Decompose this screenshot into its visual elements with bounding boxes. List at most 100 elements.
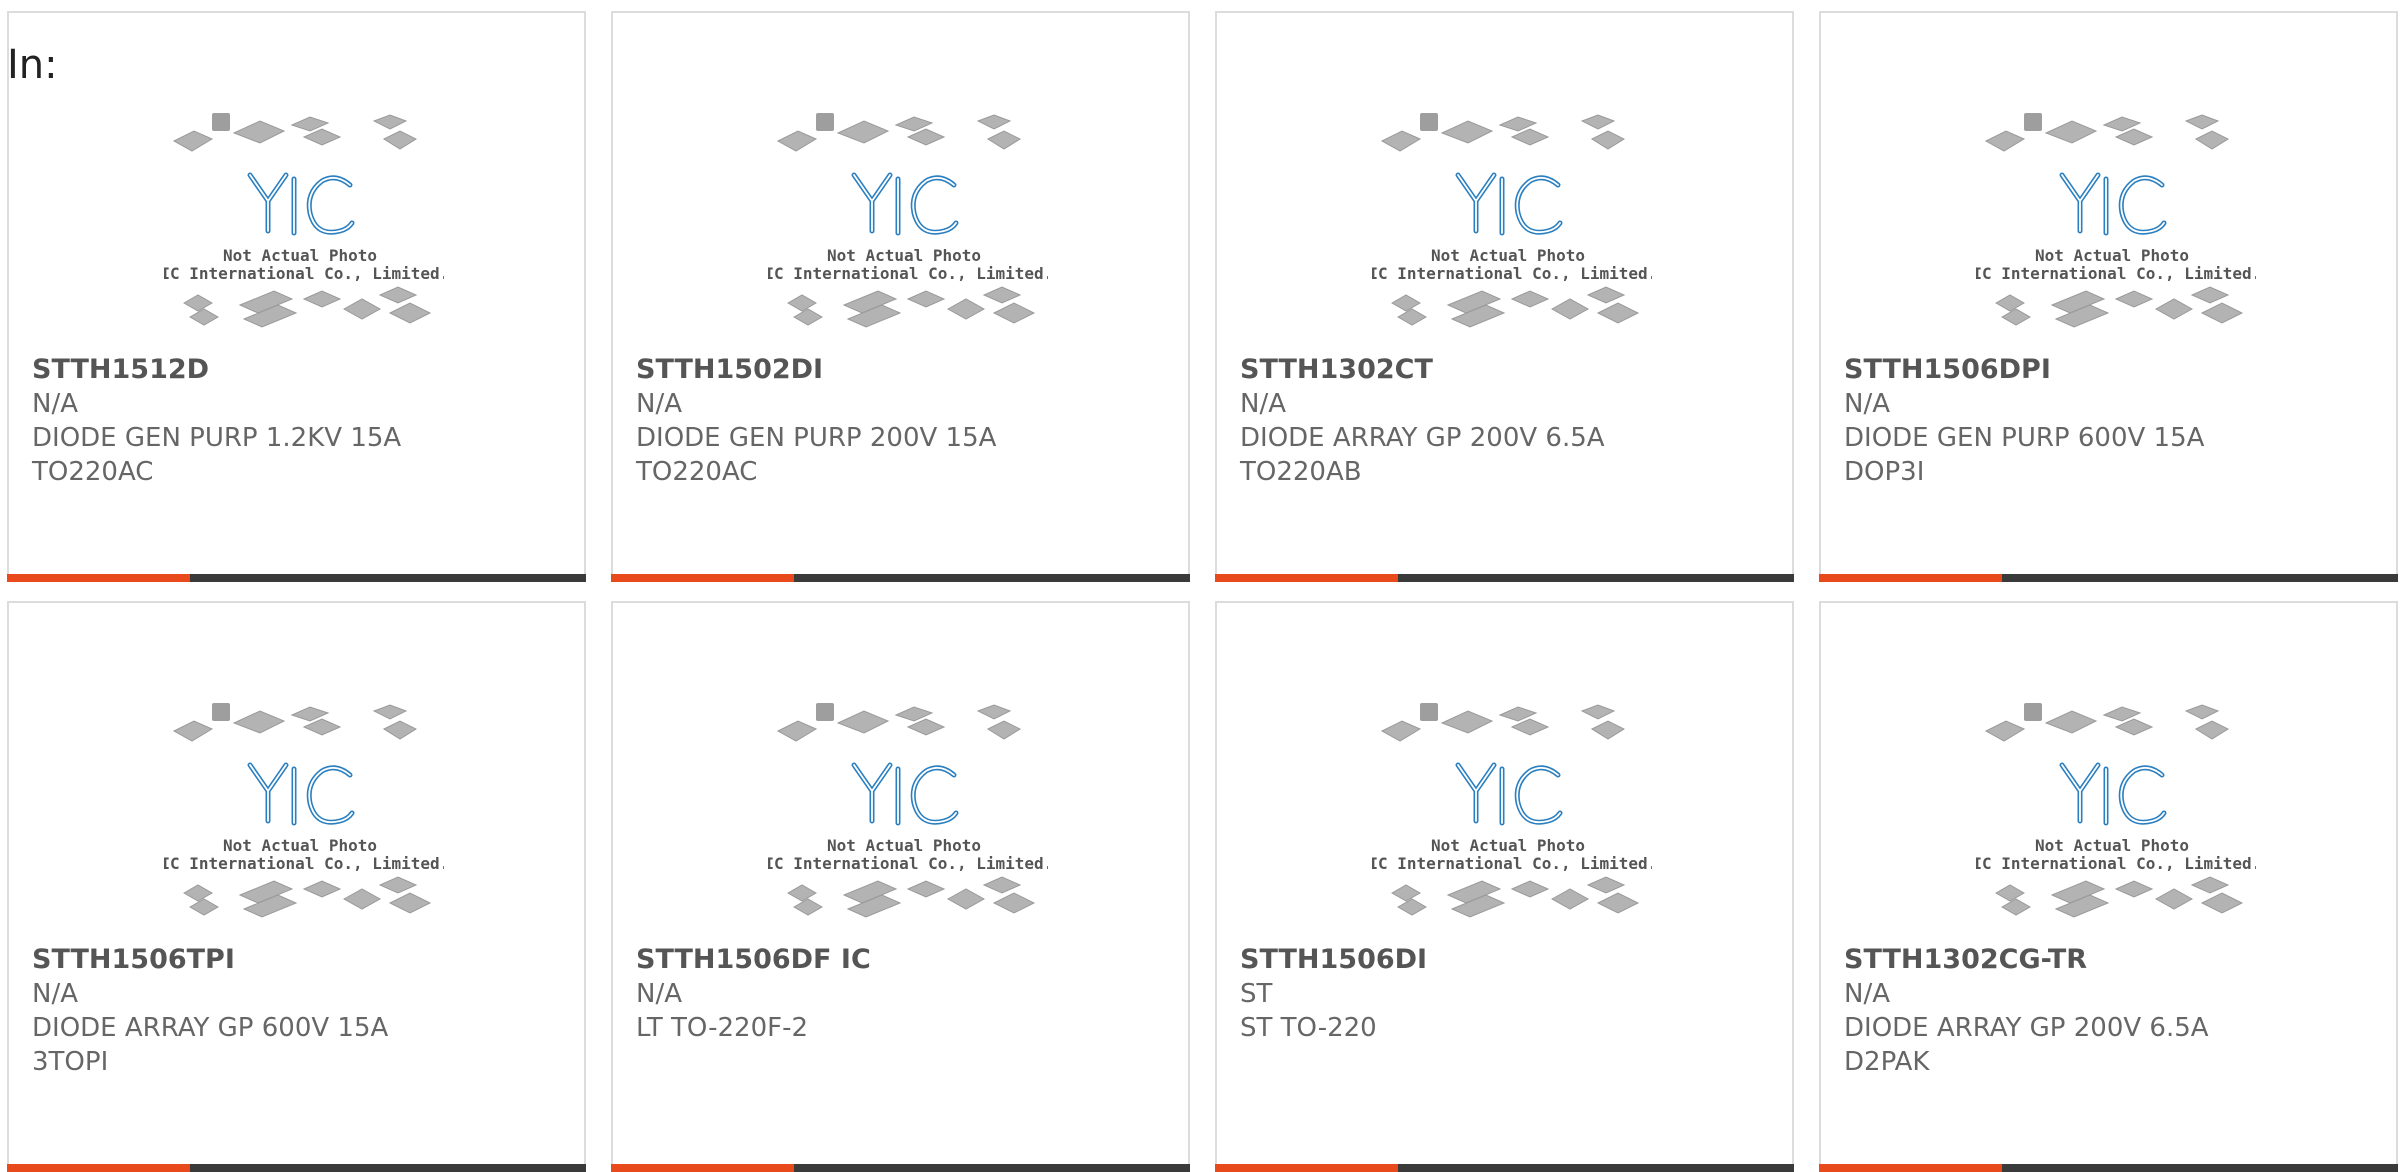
- card-accent: [1819, 574, 2002, 582]
- product-manufacturer: ST: [1240, 979, 1273, 1009]
- product-photo: Not Actual Photo YIC International Co., L…: [1963, 693, 2261, 943]
- photo-caption-1: Not Actual Photo: [2035, 836, 2189, 855]
- product-manufacturer: N/A: [1844, 979, 1890, 1009]
- yic-logo-icon: [851, 172, 959, 236]
- product-package: D2PAK: [1844, 1047, 1930, 1077]
- product-photo: Not Actual Photo YIC International Co., L…: [1359, 693, 1657, 943]
- product-part-number[interactable]: STTH1302CG-TR: [1844, 943, 2386, 977]
- product-description: LT TO-220F-2: [636, 1013, 809, 1043]
- product-card[interactable]: Not Actual Photo YIC International Co., L…: [611, 11, 1190, 582]
- photo-caption-2: YIC International Co., Limited.: [164, 264, 444, 283]
- product-part-number[interactable]: STTH1502DI: [636, 353, 1178, 387]
- product-grid: Not Actual Photo YIC International Co., L…: [0, 0, 2400, 1172]
- product-card[interactable]: Not Actual Photo YIC International Co., L…: [1819, 11, 2398, 582]
- photo-caption-1: Not Actual Photo: [223, 836, 377, 855]
- product-package: 3TOPI: [32, 1047, 109, 1077]
- not-actual-photo-image: Not Actual PhotoYIC International Co., L…: [1963, 113, 2261, 328]
- yic-logo-icon: [851, 762, 959, 826]
- not-actual-photo-image: Not Actual PhotoYIC International Co., L…: [151, 703, 449, 918]
- product-part-number[interactable]: STTH1302CT: [1240, 353, 1782, 387]
- product-package: TO220AC: [32, 457, 154, 487]
- photo-caption-1: Not Actual Photo: [1431, 836, 1585, 855]
- not-actual-photo-image: Not Actual PhotoYIC International Co., L…: [1359, 703, 1657, 918]
- chip-packages-bottom: [182, 286, 432, 328]
- photo-caption-1: Not Actual Photo: [827, 836, 981, 855]
- not-actual-photo-image: Not Actual PhotoYIC International Co., L…: [1963, 703, 2261, 918]
- photo-caption-2: YIC International Co., Limited.: [1976, 854, 2256, 873]
- chip-packages-top: [1984, 113, 2230, 152]
- not-actual-photo-image: Not Actual PhotoYIC International Co., L…: [1359, 113, 1657, 328]
- chip-packages-bottom: [786, 876, 1036, 918]
- card-accent: [7, 1164, 190, 1172]
- product-description: DIODE ARRAY GP 600V 15A: [32, 1013, 389, 1043]
- yic-logo-icon: [1455, 172, 1563, 236]
- product-description: DIODE GEN PURP 1.2KV 15A: [32, 423, 402, 453]
- product-card[interactable]: Not Actual Photo YIC International Co., L…: [1215, 11, 1794, 582]
- product-package: TO220AB: [1240, 457, 1362, 487]
- card-accent: [7, 574, 190, 582]
- photo-caption-2: YIC International Co., Limited.: [1976, 264, 2256, 283]
- chip-packages-top: [1984, 703, 2230, 742]
- product-manufacturer: N/A: [636, 979, 682, 1009]
- product-part-number[interactable]: STTH1506DI: [1240, 943, 1782, 977]
- not-actual-photo-image: Not Actual PhotoYIC International Co., L…: [755, 113, 1053, 328]
- chip-packages-bottom: [786, 286, 1036, 328]
- chip-packages-bottom: [1390, 876, 1640, 918]
- chip-packages-bottom: [1994, 876, 2244, 918]
- yic-logo-icon: [1455, 762, 1563, 826]
- product-description: DIODE GEN PURP 200V 15A: [636, 423, 997, 453]
- product-card[interactable]: Not Actual Photo YIC International Co., L…: [1819, 601, 2398, 1172]
- not-actual-photo-image: Not Actual PhotoYIC International Co., L…: [151, 113, 449, 328]
- product-package: DOP3I: [1844, 457, 1925, 487]
- product-part-number[interactable]: STTH1506DF IC: [636, 943, 1178, 977]
- photo-caption-2: YIC International Co., Limited.: [1372, 854, 1652, 873]
- card-bottom-bar: [7, 1164, 586, 1172]
- product-part-number[interactable]: STTH1506DPI: [1844, 353, 2386, 387]
- product-description: DIODE GEN PURP 600V 15A: [1844, 423, 2205, 453]
- chip-packages-bottom: [182, 876, 432, 918]
- product-photo: Not Actual Photo YIC International Co., L…: [755, 693, 1053, 943]
- product-manufacturer: N/A: [1844, 389, 1890, 419]
- chip-packages-top: [1380, 703, 1626, 742]
- product-part-number[interactable]: STTH1512D: [32, 353, 574, 387]
- product-photo: Not Actual Photo YIC International Co., L…: [755, 103, 1053, 353]
- chip-packages-top: [776, 703, 1022, 742]
- product-part-number[interactable]: STTH1506TPI: [32, 943, 574, 977]
- card-accent: [611, 1164, 794, 1172]
- card-accent: [1215, 1164, 1398, 1172]
- photo-caption-1: Not Actual Photo: [223, 246, 377, 265]
- product-manufacturer: N/A: [1240, 389, 1286, 419]
- chip-packages-bottom: [1390, 286, 1640, 328]
- yic-logo-icon: [247, 172, 355, 236]
- product-card[interactable]: Not Actual Photo YIC International Co., L…: [7, 601, 586, 1172]
- in-label: In:: [7, 42, 58, 88]
- product-description: DIODE ARRAY GP 200V 6.5A: [1844, 1013, 2209, 1043]
- product-manufacturer: N/A: [32, 389, 78, 419]
- product-manufacturer: N/A: [32, 979, 78, 1009]
- photo-caption-2: YIC International Co., Limited.: [768, 264, 1048, 283]
- card-bottom-bar: [611, 1164, 1190, 1172]
- card-bottom-bar: [1819, 1164, 2398, 1172]
- product-card[interactable]: Not Actual Photo YIC International Co., L…: [611, 601, 1190, 1172]
- chip-packages-top: [172, 113, 418, 152]
- chip-packages-top: [1380, 113, 1626, 152]
- yic-logo-icon: [2059, 172, 2167, 236]
- product-photo: Not Actual Photo YIC International Co., L…: [1963, 103, 2261, 353]
- product-photo: Not Actual Photo YIC International Co., L…: [1359, 103, 1657, 353]
- card-bottom-bar: [7, 574, 586, 582]
- product-package: TO220AC: [636, 457, 758, 487]
- card-bottom-bar: [1215, 1164, 1794, 1172]
- product-description: ST TO-220: [1240, 1013, 1377, 1043]
- card-bottom-bar: [1819, 574, 2398, 582]
- product-description: DIODE ARRAY GP 200V 6.5A: [1240, 423, 1605, 453]
- product-card[interactable]: Not Actual Photo YIC International Co., L…: [7, 11, 586, 582]
- chip-packages-top: [172, 703, 418, 742]
- product-card[interactable]: Not Actual Photo YIC International Co., L…: [1215, 601, 1794, 1172]
- product-manufacturer: N/A: [636, 389, 682, 419]
- card-accent: [1819, 1164, 2002, 1172]
- product-photo: Not Actual Photo YIC International Co., L…: [151, 693, 449, 943]
- photo-caption-1: Not Actual Photo: [827, 246, 981, 265]
- yic-logo-icon: [247, 762, 355, 826]
- product-photo: Not Actual Photo YIC International Co., L…: [151, 103, 449, 353]
- card-bottom-bar: [1215, 574, 1794, 582]
